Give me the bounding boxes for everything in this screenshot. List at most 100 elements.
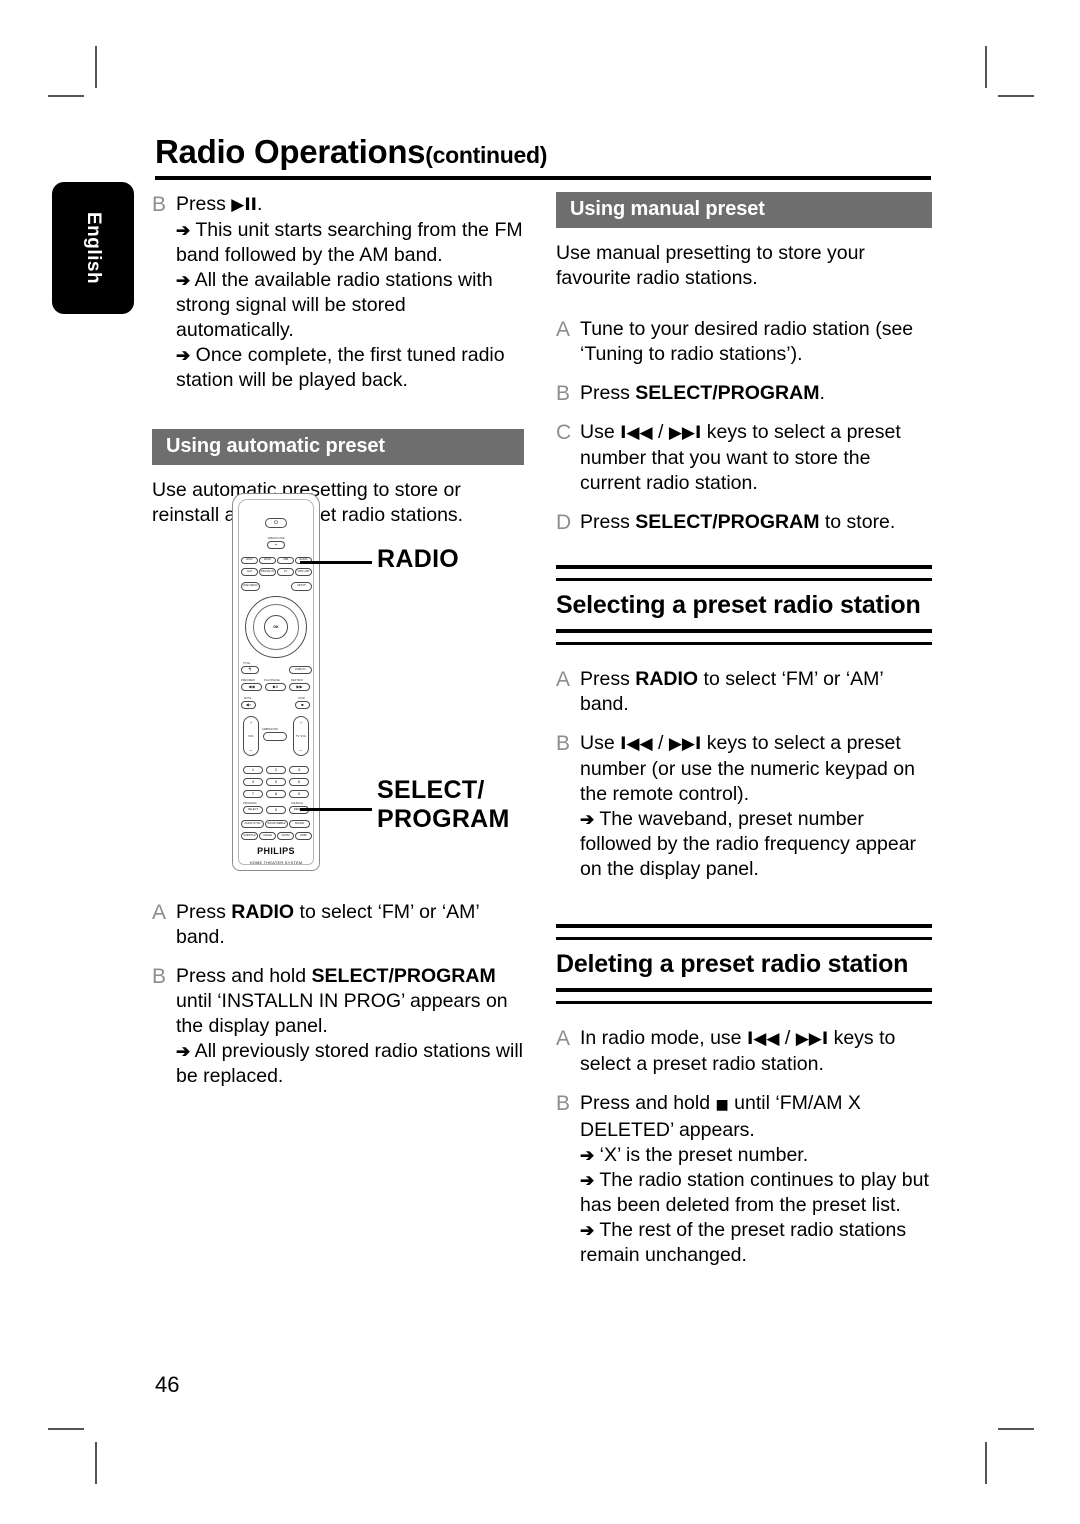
stop-label: STOP — [298, 697, 306, 700]
crop-mark-bottom-left-horizontal — [48, 1428, 84, 1430]
crop-mark-bottom-right-horizontal — [998, 1428, 1034, 1430]
step-text-pre: Use — [580, 732, 621, 754]
angle-button[interactable]: ANGLE — [259, 832, 276, 840]
heading-rule-bottom — [556, 988, 932, 1004]
mute-button[interactable]: ◀× — [241, 701, 256, 709]
prev-button[interactable]: ◀◀ — [241, 683, 262, 691]
keypad-3[interactable]: 3 — [289, 766, 309, 774]
step-body: In radio mode, use I◀◀ / ▶▶I keys to sel… — [580, 1026, 932, 1077]
crop-mark-top-left-vertical — [95, 46, 97, 88]
step-text-bold: SELECT/PROGRAM — [635, 382, 820, 404]
arrow-icon: ➔ — [580, 1171, 595, 1190]
step-text-pre: Press and hold — [176, 965, 312, 987]
keypad-7[interactable]: 7 — [243, 790, 263, 798]
heading-selecting-preset: Selecting a preset radio station — [556, 591, 921, 619]
power-button[interactable]: ⏻ — [265, 518, 287, 528]
crop-mark-top-left-horizontal — [48, 95, 84, 97]
step-line: Press ▶II. — [176, 192, 524, 218]
step-text-post: . — [257, 193, 263, 215]
remote-control-body: ⏻ OPEN/CLOSE ▲ DISC DOCK USB RADIO AUX D… — [232, 493, 320, 871]
volume-rocker-right[interactable]: + TV VOL − — [293, 716, 309, 756]
play-pause-button[interactable]: ▶II — [265, 683, 286, 691]
keypad-9[interactable]: 9 — [289, 790, 309, 798]
result-text: ‘X’ is the preset number. — [599, 1144, 809, 1166]
prev-rew-label: PREV/REW — [241, 679, 255, 682]
remote-button-digital-in[interactable]: DIGITAL IN — [259, 568, 276, 576]
audio-sync-button[interactable]: AUDIO SYNC — [241, 820, 264, 828]
delete-step-a: A In radio mode, use I◀◀ / ▶▶I keys to s… — [556, 1026, 932, 1077]
step-body: Use I◀◀ / ▶▶I keys to select a preset nu… — [580, 420, 932, 496]
keypad-6[interactable]: 6 — [289, 778, 309, 786]
step-text-pre: In radio mode, use — [580, 1027, 747, 1049]
heading-deleting-preset: Deleting a preset radio station — [556, 950, 909, 978]
volume-up-icon: + — [249, 720, 253, 725]
open-close-label: OPEN/CLOSE — [267, 537, 285, 540]
step-body: Press SELECT/PROGRAM. — [580, 381, 932, 406]
open-close-button[interactable]: ▲ — [267, 541, 285, 549]
manual-step-c: C Use I◀◀ / ▶▶I keys to select a preset … — [556, 420, 932, 496]
step-body: Use I◀◀ / ▶▶I keys to select a preset nu… — [580, 731, 932, 882]
step-text-pre: Press — [580, 511, 636, 533]
remote-button-mp3-link[interactable]: MP3 LINK — [295, 568, 312, 576]
step-marker: A — [556, 1027, 571, 1050]
step-body: Press SELECT/PROGRAM to store. — [580, 510, 932, 535]
arrow-icon: ➔ — [176, 271, 191, 290]
next-button[interactable]: ▶▶ — [289, 683, 310, 691]
manual-step-b: B Press SELECT/PROGRAM. — [556, 381, 932, 406]
result-text: The radio station continues to play but … — [580, 1169, 929, 1216]
step-text-pre: Press — [176, 193, 232, 215]
previous-glyph: I◀◀ — [620, 734, 653, 754]
keypad-2[interactable]: 2 — [266, 766, 286, 774]
step-marker: A — [152, 901, 167, 924]
eject-icon: ▲ — [274, 542, 278, 546]
step-marker: B — [556, 732, 571, 755]
language-tab-label: English — [83, 211, 104, 285]
remote-button-setup[interactable]: SETUP — [291, 582, 312, 591]
glyph-separator: / — [652, 732, 669, 754]
result-text: This unit starts searching from the FM b… — [176, 219, 523, 266]
volume-label: VOL — [247, 734, 254, 738]
step-b-press-play: B Press ▶II. ➔ This unit starts searchin… — [152, 192, 524, 393]
step-body: Tune to your desired radio station (see … — [580, 318, 914, 365]
remote-button-usb[interactable]: USB — [277, 557, 294, 564]
return-button[interactable]: ↰ — [241, 666, 259, 674]
tv-volume-up-icon: + — [299, 720, 303, 725]
arrow-icon: ➔ — [176, 1042, 191, 1061]
remote-button-aux[interactable]: AUX — [241, 568, 258, 576]
remote-button-disc-menu[interactable]: DISC MENU — [241, 582, 260, 591]
section-header-automatic-preset: Using automatic preset — [152, 429, 524, 465]
remote-button-dock[interactable]: DOCK — [259, 557, 276, 564]
bass-treble-button[interactable]: BASS/TREBLE — [265, 820, 288, 828]
step-text-pre: Use — [580, 421, 621, 443]
subtitle-button[interactable]: SUBTITLE — [241, 832, 258, 840]
stop-button[interactable]: ■ — [295, 701, 310, 709]
document-page: English Radio Operations(continued) B Pr… — [0, 0, 1080, 1524]
tv-volume-label: TV VOL — [295, 734, 307, 738]
keypad-1[interactable]: 1 — [243, 766, 263, 774]
keypad-4[interactable]: 4 — [243, 778, 263, 786]
program-label: PROGRAM — [243, 802, 257, 805]
hdmi-button[interactable]: HDMI — [295, 832, 312, 840]
sound-button[interactable]: SOUND — [289, 820, 310, 828]
select-program-button[interactable]: SELECT — [243, 806, 263, 814]
remote-button-display[interactable]: DISPLAY — [289, 666, 312, 674]
keypad-5[interactable]: 5 — [266, 778, 286, 786]
glyph-separator: / — [779, 1027, 796, 1049]
result-text: All the available radio stations with st… — [176, 269, 493, 341]
result-text: Once complete, the first tuned radio sta… — [176, 344, 505, 391]
arrow-icon: ➔ — [176, 221, 191, 240]
callout-leader-radio — [300, 561, 372, 564]
volume-rocker-left[interactable]: + VOL − — [243, 716, 259, 756]
result-text: The waveband, preset number followed by … — [580, 808, 917, 880]
ok-button[interactable]: OK — [264, 615, 288, 639]
remote-button-tv[interactable]: TV — [277, 568, 294, 576]
remote-button-disc[interactable]: DISC — [241, 557, 258, 564]
keypad-0[interactable]: 0 — [266, 806, 286, 814]
keypad-8[interactable]: 8 — [266, 790, 286, 798]
step-text-post: until ‘INSTALLN IN PROG’ appears on the … — [176, 990, 508, 1037]
ambisound-button[interactable] — [263, 732, 287, 741]
zoom-button[interactable]: ZOOM — [277, 832, 294, 840]
result-line: ➔ The rest of the preset radio stations … — [580, 1218, 932, 1268]
step-marker: A — [556, 668, 571, 691]
result-text: The rest of the preset radio stations re… — [580, 1219, 907, 1266]
